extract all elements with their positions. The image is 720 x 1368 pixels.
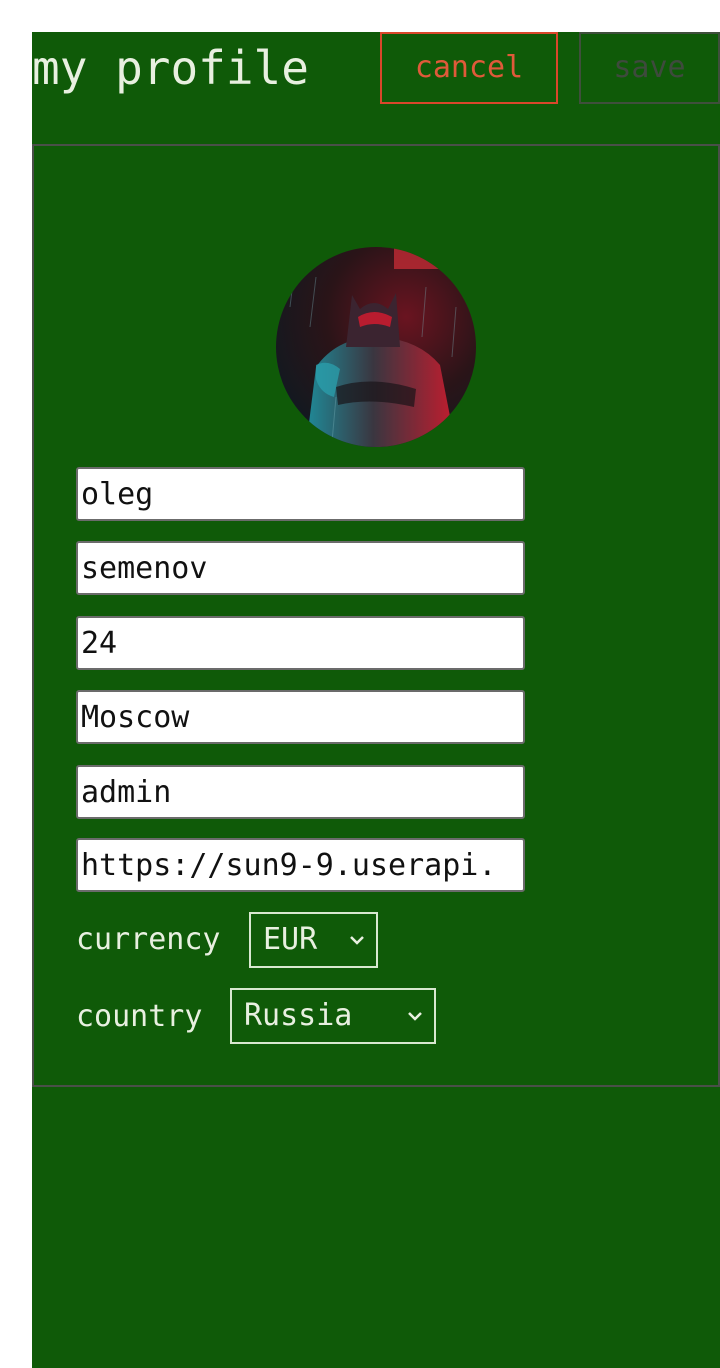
last-name-input[interactable]	[76, 541, 525, 595]
country-label: country	[76, 999, 203, 1034]
age-input[interactable]	[76, 616, 525, 670]
role-input[interactable]	[76, 765, 525, 819]
country-selected-value: Russia	[244, 998, 353, 1033]
country-select[interactable]: Russia	[230, 988, 436, 1044]
profile-form-panel: currency EUR country Russia	[32, 144, 720, 1087]
avatar[interactable]	[276, 247, 476, 447]
chevron-down-icon	[350, 936, 364, 945]
first-name-input[interactable]	[76, 467, 525, 521]
avatar-url-input[interactable]	[76, 838, 525, 892]
save-button[interactable]: save	[579, 32, 720, 104]
currency-label: currency	[76, 922, 221, 957]
currency-select[interactable]: EUR	[249, 912, 378, 968]
avatar-image	[276, 247, 476, 447]
cancel-button[interactable]: cancel	[380, 32, 558, 104]
city-input[interactable]	[76, 690, 525, 744]
profile-page: my profile cancel save oleg semenov 24 M…	[32, 32, 720, 1368]
page-title: my profile	[32, 41, 309, 95]
chevron-down-icon	[408, 1012, 422, 1021]
currency-selected-value: EUR	[263, 922, 318, 957]
